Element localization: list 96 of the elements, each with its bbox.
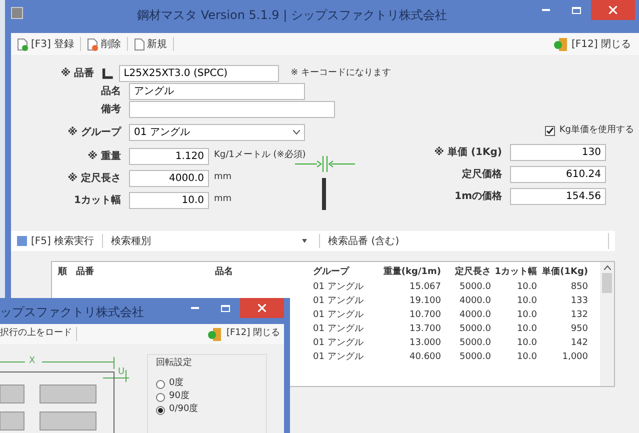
close-icon[interactable] <box>240 298 284 318</box>
unit-label: mm <box>214 193 232 206</box>
table-cell: 850 <box>570 282 588 292</box>
field-label: ※ グループ <box>68 125 121 140</box>
table-cell: 10.0 <box>516 296 537 306</box>
table-cell: 142 <box>570 338 588 348</box>
field-label: 1mの価格 <box>454 190 502 204</box>
table-cell: 4000.0 <box>460 310 491 320</box>
column-header[interactable]: 1カット幅 <box>494 267 537 278</box>
table-cell: 40.600 <box>410 352 441 362</box>
rotation-radio[interactable]: 90度 <box>156 392 258 402</box>
table-cell: 132 <box>570 310 588 320</box>
column-header[interactable]: 単価(1Kg) <box>542 267 588 278</box>
table-cell: 10.0 <box>516 338 537 348</box>
table-cell: 10.0 <box>516 310 537 320</box>
document-plus-icon <box>17 38 29 50</box>
table-cell: 4000.0 <box>460 296 491 306</box>
table-cell: 01 アングル <box>313 324 364 334</box>
unit-price-field[interactable]: 130 <box>510 144 606 160</box>
field-label: 品名 <box>101 84 121 99</box>
scroll-thumb[interactable] <box>602 273 612 293</box>
table-cell: 5000.0 <box>460 338 491 348</box>
group-select[interactable]: 01 アングル <box>129 124 305 141</box>
search-icon <box>17 236 27 246</box>
close-button[interactable]: [F12] 閉じる <box>554 36 631 52</box>
field-label: ※ 品番 <box>60 66 94 81</box>
window-title: ップスファクトリ株式会社 <box>0 304 145 321</box>
app-icon <box>11 7 23 19</box>
document-minus-icon <box>87 38 100 50</box>
caret-icon <box>302 239 308 243</box>
item-name-field[interactable]: アングル <box>129 83 305 100</box>
caret-icon <box>293 130 300 135</box>
table-cell: 01 アングル <box>313 310 364 320</box>
table-cell: 01 アングル <box>313 296 364 306</box>
item-code-field[interactable]: L25X25XT3.0 (SPCC) <box>118 65 279 82</box>
scroll-up-icon[interactable] <box>604 265 610 270</box>
search-button[interactable]: [F5] 検索実行 <box>17 234 94 248</box>
rotation-radio[interactable]: 0度 <box>156 378 258 390</box>
column-header[interactable]: 品名 <box>215 267 233 278</box>
table-cell: 15.067 <box>410 282 441 292</box>
search-type-label: 検索種別 <box>111 234 152 248</box>
exit-door-icon <box>208 328 222 340</box>
dimension-label: U <box>118 366 125 379</box>
rotation-radio[interactable]: 0/90度 <box>156 404 258 416</box>
close-button[interactable]: [F12] 閉じる <box>208 327 280 341</box>
table-cell: 01 アングル <box>313 352 364 362</box>
table-cell: 10.0 <box>516 324 537 334</box>
key-code-note: ※ キーコードになります <box>290 66 391 80</box>
table-cell: 10.0 <box>516 282 537 292</box>
toolbar-button[interactable]: [F3] 登録 <box>15 36 76 52</box>
table-cell: 5000.0 <box>460 352 491 362</box>
search-code-field[interactable]: 検索品番 (含む) <box>328 233 609 249</box>
unit-label: mm <box>214 171 232 184</box>
table-cell: 10.0 <box>516 352 537 362</box>
window-title: 鋼材マスタ Version 5.1.9 | シップスファクトリ株式会社 <box>137 7 447 24</box>
table-cell: 1,000 <box>562 352 588 362</box>
table-cell: 950 <box>570 324 588 334</box>
field-label: ※ 重量 <box>88 150 121 164</box>
toolbar-button[interactable]: 新規 <box>132 36 170 52</box>
price-readout: 610.24 <box>510 166 606 182</box>
column-header[interactable]: 重量(kg/1m) <box>383 267 441 278</box>
column-header[interactable]: 順 <box>58 267 67 278</box>
column-header[interactable]: グループ <box>313 267 349 278</box>
table-cell: 133 <box>570 296 588 306</box>
field-label: 備考 <box>101 102 121 117</box>
table-cell: 5000.0 <box>460 324 491 334</box>
table-cell: 10.700 <box>410 310 441 320</box>
field-label: ※ 定尺長さ <box>68 171 121 186</box>
exit-door-icon <box>554 38 568 50</box>
number-field[interactable]: 4000.0 <box>129 170 209 186</box>
load-button[interactable]: 択行の上をロード <box>0 327 72 341</box>
number-field[interactable]: 1.120 <box>129 148 209 164</box>
document-icon <box>134 38 146 50</box>
dimension-label: X <box>29 355 36 368</box>
table-cell: 19.100 <box>410 296 441 306</box>
column-header[interactable]: 定尺長さ <box>455 267 491 278</box>
field-label: 1カット幅 <box>74 194 121 208</box>
price-readout: 154.56 <box>510 188 606 204</box>
field-label: ※ 単価 (1Kg) <box>434 146 502 160</box>
kg-price-checkbox[interactable]: Kg単価を使用する <box>545 122 634 139</box>
column-header[interactable]: 品番 <box>76 267 94 278</box>
angle-section-icon <box>102 67 115 80</box>
table-cell: 13.000 <box>410 338 441 348</box>
unit-label: Kg/1メートル (※必須) <box>214 149 306 162</box>
number-field[interactable]: 10.0 <box>129 192 209 208</box>
check-icon <box>546 126 554 134</box>
field-label: 定尺価格 <box>462 167 502 182</box>
group-title: 回転設定 <box>156 357 193 370</box>
table-cell: 01 アングル <box>313 338 364 348</box>
table-cell: 01 アングル <box>313 282 364 292</box>
remarks-field[interactable] <box>129 101 335 118</box>
table-cell: 13.700 <box>410 324 441 334</box>
toolbar-button[interactable]: 削除 <box>85 36 124 52</box>
scrollbar[interactable] <box>600 262 614 386</box>
table-cell: 5000.0 <box>460 282 491 292</box>
close-icon[interactable] <box>591 0 635 20</box>
